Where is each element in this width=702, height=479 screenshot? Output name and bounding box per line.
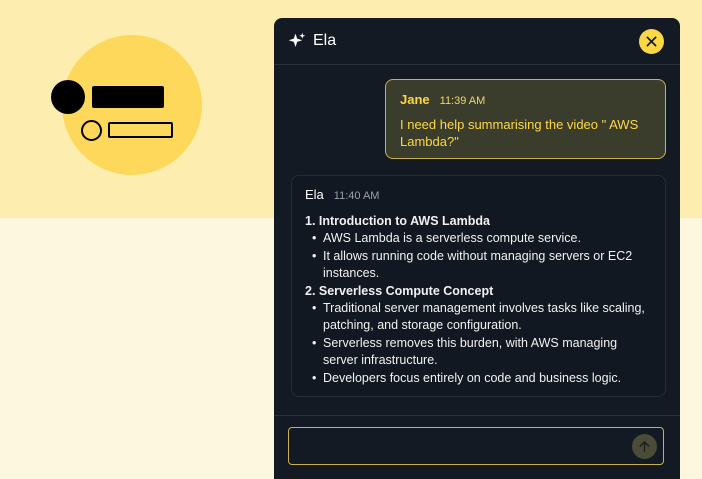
list-item: AWS Lambda is a serverless compute servi… [305, 230, 652, 248]
chat-panel: Ela Jane 11:39 AM I need help summarisin… [274, 18, 680, 479]
chat-title: Ela [313, 32, 337, 49]
user-message-time: 11:39 AM [439, 95, 486, 107]
sparkle-icon [288, 32, 306, 47]
arrow-up-icon [639, 441, 650, 452]
user-message-text: I need help summarising the video " AWS … [400, 117, 639, 149]
illustration-avatar-dot [51, 80, 85, 114]
list-item: Traditional server management involves t… [305, 300, 652, 335]
chat-header: Ela [274, 18, 680, 65]
composer-area [274, 415, 680, 479]
assistant-message-body: 1. Introduction to AWS Lambda AWS Lambda… [305, 213, 652, 387]
list-item: Serverless removes this burden, with AWS… [305, 335, 652, 370]
user-message: Jane 11:39 AM I need help summarising th… [385, 79, 666, 159]
illustration-text-bar [92, 86, 164, 108]
section-title: 1. Introduction to AWS Lambda [305, 214, 490, 228]
assistant-message-author: Ela [305, 187, 324, 202]
section-title: 2. Serverless Compute Concept [305, 283, 494, 298]
list-item: It allows running code without managing … [305, 248, 652, 283]
illustration-outline-dot [81, 120, 102, 141]
assistant-message-time: 11:40 AM [333, 190, 380, 202]
assistant-message: Ela 11:40 AM 1. Introduction to AWS Lamb… [291, 175, 666, 397]
send-button[interactable] [632, 434, 657, 459]
illustration-outline-bar [108, 122, 173, 138]
user-message-author: Jane [400, 92, 430, 107]
close-button[interactable] [639, 28, 664, 54]
list-item: Developers focus entirely on code and bu… [305, 370, 652, 388]
message-input[interactable] [288, 427, 664, 465]
close-icon [646, 36, 657, 46]
